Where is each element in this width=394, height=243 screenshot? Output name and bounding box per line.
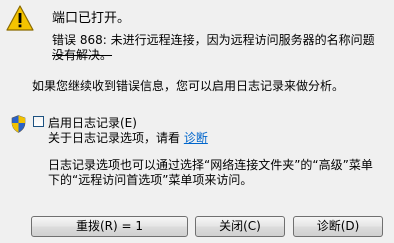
diagnose-link[interactable]: 诊断: [184, 131, 208, 145]
about-logging-text: 关于日志记录选项，请看 诊断: [48, 129, 208, 146]
close-button[interactable]: 关闭(C): [195, 216, 285, 237]
redial-button[interactable]: 重拨(R) = 1: [31, 216, 188, 237]
diagnose-button[interactable]: 诊断(D): [293, 216, 383, 237]
error-message-line2: 没有解决。: [52, 48, 113, 62]
uac-shield-icon: [11, 115, 26, 133]
about-logging-prefix: 关于日志记录选项，请看: [48, 131, 181, 145]
info-text: 如果您继续收到错误信息，您可以启用日志记录来做分析。: [32, 79, 345, 93]
enable-logging-checkbox[interactable]: [33, 116, 44, 127]
logging-desc-line2: 下的“远程访问首选项”菜单项来访问。: [48, 173, 253, 187]
dialog-title: 端口已打开。: [52, 11, 131, 26]
warning-icon: [6, 5, 34, 31]
